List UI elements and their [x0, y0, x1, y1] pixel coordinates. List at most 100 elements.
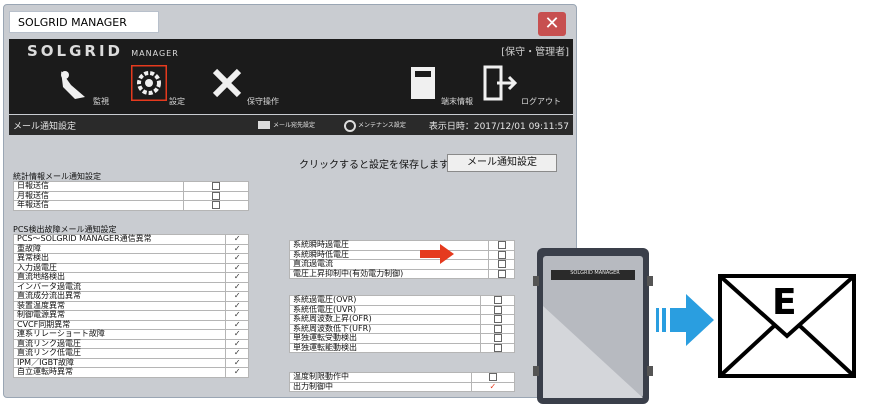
notify-checkbox[interactable]: [211, 201, 220, 209]
table-row: 系統瞬時過電圧: [288, 240, 515, 251]
row-checkbox-cell: ✓: [225, 291, 249, 302]
device-label: SOLGRID MANAGER: [570, 270, 620, 276]
notify-checkbox[interactable]: [497, 269, 506, 278]
terminal-cabinet-icon: [411, 67, 435, 99]
nav-terminal-info[interactable]: 端末情報: [405, 63, 477, 109]
notify-checkbox-checked[interactable]: ✓: [233, 368, 241, 376]
row-label: 系統瞬時過電圧: [288, 240, 490, 251]
notify-checkbox[interactable]: [493, 343, 502, 352]
notify-checkbox[interactable]: [211, 191, 220, 200]
table-row: 系統過電圧(OVR): [288, 295, 515, 306]
table-row: 単独運転受動検出: [288, 333, 515, 344]
row-checkbox-cell: [480, 342, 515, 353]
row-checkbox-cell: ✓: [225, 329, 249, 340]
page-title: メール通知設定: [13, 122, 77, 132]
settings-content: クリックすると設定を保存します メール通知設定 統計情報メール通知設定 日報送信…: [9, 136, 573, 396]
row-label: 自立運転時異常: [12, 367, 227, 378]
notify-checkbox[interactable]: [497, 250, 506, 259]
table-row: 出力制御中 ✓: [289, 381, 516, 392]
display-datetime: 表示日時：2017/12/01 09:11:57: [428, 122, 569, 132]
row-label: 系統過電圧(OVR): [288, 295, 482, 306]
table-row: 温度制限動作中: [289, 372, 516, 383]
row-label: 直流成分流出異常: [12, 291, 227, 302]
row-checkbox-cell: [480, 314, 515, 325]
wrench-screwdriver-icon: [212, 68, 242, 98]
table-row: 直流リンク低電圧 ✓: [12, 348, 249, 359]
row-label: 単独運転受動検出: [288, 333, 482, 344]
close-button[interactable]: ✕: [538, 12, 566, 36]
pcs-table: PCS～SOLGRID MANAGER通信異常 ✓ 重故障 ✓ 異常検出 ✓ 入力過電圧 ✓ 直…: [12, 234, 249, 378]
notify-checkbox-checked[interactable]: ✓: [233, 263, 241, 272]
notify-checkbox-checked[interactable]: ✓: [233, 273, 241, 281]
notify-checkbox[interactable]: [211, 182, 220, 190]
table-row: 単独運転能動検出: [288, 342, 515, 353]
notify-checkbox-checked[interactable]: ✓: [233, 349, 241, 357]
blue-arrow-icon: [656, 294, 714, 346]
row-label: 制御電源異常: [12, 310, 227, 321]
notify-checkbox[interactable]: [497, 241, 506, 249]
maintenance-icon: [344, 120, 356, 132]
user-role: [保守・管理者]: [501, 47, 569, 58]
nav-terminal-info-label: 端末情報: [441, 97, 473, 106]
notify-checkbox[interactable]: [493, 296, 502, 304]
table-row: 直流成分流出異常 ✓: [12, 291, 249, 302]
gear-icon: [131, 65, 167, 101]
row-label: 年報送信: [13, 200, 184, 211]
mail-destination-link[interactable]: メール宛先設定: [273, 120, 315, 129]
row-label: 系統周波数上昇(OFR): [288, 314, 482, 325]
row-checkbox-cell: [182, 181, 250, 192]
email-letter: E: [772, 282, 797, 323]
nav-monitor[interactable]: 監視: [55, 63, 115, 109]
notify-checkbox-checked[interactable]: ✓: [233, 282, 241, 291]
row-checkbox-cell: [480, 304, 515, 315]
notify-checkbox-checked[interactable]: ✓: [233, 320, 241, 329]
table-row: 連系リレーショート故障 ✓: [12, 329, 249, 340]
row-label: 直流過電流: [288, 259, 490, 270]
row-checkbox-cell: ✓: [225, 310, 249, 321]
notify-checkbox-checked[interactable]: ✓: [233, 254, 241, 262]
notify-checkbox-checked[interactable]: ✓: [233, 301, 241, 310]
notify-checkbox-checked[interactable]: ✓: [233, 244, 241, 253]
row-checkbox-cell: [182, 200, 250, 211]
notify-checkbox-checked[interactable]: ✓: [233, 311, 241, 319]
notify-checkbox[interactable]: [493, 305, 502, 314]
row-checkbox-cell: ✓: [470, 381, 516, 392]
row-checkbox-cell: [480, 323, 515, 334]
notify-checkbox-checked[interactable]: ✓: [233, 330, 241, 338]
mail-notification-save-button[interactable]: メール通知設定: [447, 154, 557, 172]
row-checkbox-cell: ✓: [225, 234, 249, 245]
nav-maintenance[interactable]: 保守操作: [209, 63, 289, 109]
nav-settings-label: 設定: [169, 97, 185, 106]
notify-checkbox-checked[interactable]: ✓: [489, 382, 497, 391]
notify-checkbox[interactable]: [493, 334, 502, 342]
row-label: 連系リレーショート故障: [12, 329, 227, 340]
notify-checkbox-checked[interactable]: ✓: [233, 235, 241, 243]
notify-checkbox[interactable]: [493, 315, 502, 323]
app-header: SOLGRID MANAGER [保守・管理者] 監視 設定 保守操作 端末情報…: [9, 39, 573, 114]
nav-logout[interactable]: ログアウト: [483, 63, 567, 109]
notify-checkbox[interactable]: [497, 260, 506, 268]
table-row: 制御電源異常 ✓: [12, 310, 249, 321]
row-label: 単独運転能動検出: [288, 342, 482, 353]
notify-checkbox-checked[interactable]: ✓: [233, 358, 241, 367]
grid-table-3: 温度制限動作中 出力制御中 ✓: [289, 372, 516, 392]
grid-table-1: 系統瞬時過電圧 系統瞬時低電圧 直流過電流 電圧上昇抑制中(有効電力制御): [288, 240, 515, 279]
row-checkbox-cell: ✓: [225, 367, 249, 378]
notify-checkbox-checked[interactable]: ✓: [233, 339, 241, 348]
row-checkbox-cell: [480, 295, 515, 306]
notify-checkbox-checked[interactable]: ✓: [233, 292, 241, 300]
row-label: 電圧上昇抑制中(有効電力制御): [288, 268, 490, 279]
nav-settings[interactable]: 設定: [131, 63, 191, 109]
row-checkbox-cell: ✓: [225, 272, 249, 283]
notify-checkbox[interactable]: [488, 373, 497, 381]
maintenance-settings-link[interactable]: メンテナンス設定: [358, 120, 406, 129]
table-row: 日報送信: [13, 181, 250, 192]
app-window: SOLGRID MANAGER ✕ SOLGRID MANAGER [保守・管理…: [3, 4, 577, 398]
table-row: 直流地絡検出 ✓: [12, 272, 249, 283]
row-label: 出力制御中: [289, 381, 472, 392]
red-arrow-icon: [420, 244, 454, 264]
window-title-tab: SOLGRID MANAGER: [9, 11, 159, 33]
notify-checkbox[interactable]: [493, 324, 502, 333]
mail-settings-icon: [258, 121, 270, 129]
nav-maintenance-label: 保守操作: [247, 97, 279, 106]
